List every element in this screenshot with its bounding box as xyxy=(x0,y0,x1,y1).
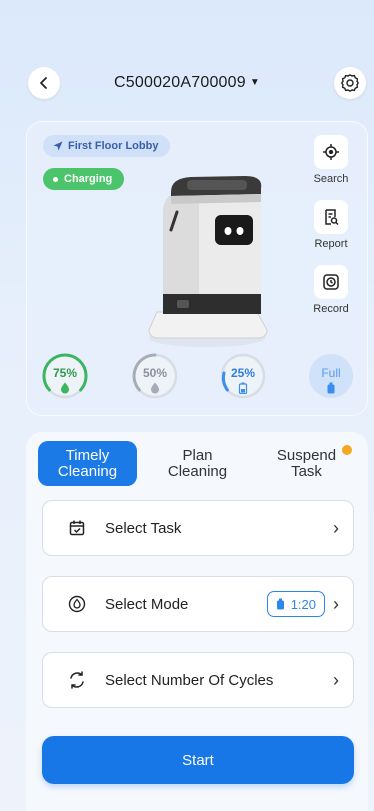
clean-water-value: 75% xyxy=(52,366,78,380)
select-mode-option[interactable]: Select Mode 1:20 › xyxy=(42,576,354,632)
mode-ratio-badge[interactable]: 1:20 xyxy=(266,591,325,617)
battery-gauge: 25% xyxy=(219,352,267,400)
settings-button[interactable] xyxy=(334,67,366,99)
tab-line2: Task xyxy=(291,462,322,480)
tab-label: Timely Cleaning xyxy=(57,446,118,480)
chevron-right-icon: › xyxy=(333,669,339,690)
clock-record-icon xyxy=(323,274,339,290)
mode-ratio-value: 1:20 xyxy=(290,596,316,612)
select-mode-label: Select Mode xyxy=(105,595,189,613)
water-drop-outline-icon xyxy=(63,590,91,618)
top-header: C500020A700009 ▼ xyxy=(0,64,374,102)
battery-icon xyxy=(238,382,248,394)
search-action-icon-box xyxy=(314,135,348,169)
clean-water-gauge: 75% xyxy=(41,352,89,400)
battery-value: 25% xyxy=(230,366,256,380)
tab-line2: Cleaning xyxy=(167,462,228,480)
report-action-label: Report xyxy=(314,238,348,250)
device-id: C500020A700009 xyxy=(114,74,246,91)
tab-plan-cleaning[interactable]: Plan Cleaning xyxy=(148,441,247,486)
location-chip[interactable]: First Floor Lobby xyxy=(43,135,171,157)
cycle-icon xyxy=(63,666,91,694)
select-cycles-option[interactable]: Select Number Of Cycles › xyxy=(42,652,354,708)
water-drop-icon xyxy=(151,382,159,394)
gear-icon xyxy=(341,74,359,92)
tank-icon xyxy=(276,598,284,610)
record-action-icon-box xyxy=(314,265,348,299)
calendar-check-icon xyxy=(63,514,91,542)
report-action-icon-box xyxy=(314,200,348,234)
detergent-gauge: Full xyxy=(307,352,355,400)
tab-line1: Timely xyxy=(65,446,110,464)
record-action-label: Record xyxy=(313,303,349,315)
chevron-right-icon: › xyxy=(333,593,339,614)
notification-dot xyxy=(342,445,352,455)
select-cycles-label: Select Number Of Cycles xyxy=(105,671,274,689)
water-drop-icon xyxy=(61,382,69,394)
status-dot xyxy=(53,176,58,182)
tab-suspend-task[interactable]: Suspend Task xyxy=(257,441,356,486)
select-task-option[interactable]: Select Task › xyxy=(42,500,354,556)
crosshair-icon xyxy=(323,144,339,160)
navigation-arrow-icon xyxy=(53,141,63,151)
select-task-label: Select Task xyxy=(105,519,182,537)
task-panel: Timely Cleaning Plan Cleaning Suspend Task … xyxy=(26,432,368,811)
tab-timely-cleaning[interactable]: Timely Cleaning xyxy=(38,441,137,486)
tab-label: Suspend Task xyxy=(276,446,337,480)
status-badge: Charging xyxy=(43,168,125,190)
chevron-right-icon: › xyxy=(333,517,339,538)
robot-status-card: First Floor Lobby Charging Search Report… xyxy=(26,121,368,416)
search-action-label: Search xyxy=(313,173,349,185)
report-icon xyxy=(325,209,339,226)
caret-down-icon: ▼ xyxy=(249,77,260,88)
tab-label: Plan Cleaning xyxy=(167,446,228,480)
location-label: First Floor Lobby xyxy=(68,140,159,152)
detergent-value: Full xyxy=(321,366,341,380)
task-tabs: Timely Cleaning Plan Cleaning Suspend Task xyxy=(38,441,356,486)
report-action[interactable]: Report xyxy=(307,200,355,260)
device-selector[interactable]: C500020A700009 ▼ xyxy=(0,74,374,92)
tab-line1: Plan xyxy=(182,446,213,464)
dirty-water-value: 50% xyxy=(142,366,168,380)
tank-icon xyxy=(327,382,335,394)
record-action[interactable]: Record xyxy=(307,265,355,325)
robot-illustration xyxy=(148,176,268,347)
search-action[interactable]: Search xyxy=(307,135,355,195)
dirty-water-gauge: 50% xyxy=(131,352,179,400)
status-label: Charging xyxy=(64,173,113,185)
tab-line2: Cleaning xyxy=(57,462,118,480)
start-button[interactable]: Start xyxy=(42,736,354,784)
tab-line1: Suspend xyxy=(276,446,337,464)
